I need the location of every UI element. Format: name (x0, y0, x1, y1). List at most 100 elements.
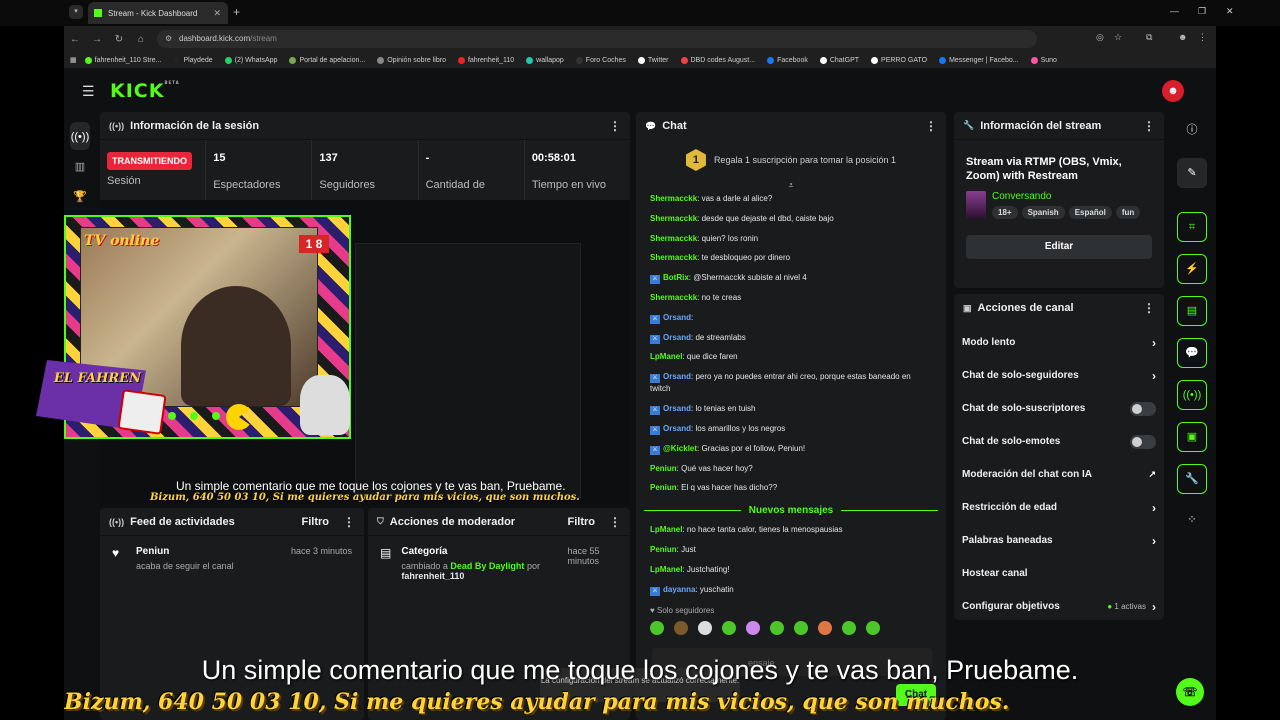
chat-username[interactable]: Shermacckk (650, 234, 697, 243)
emote-icon[interactable] (818, 621, 832, 635)
channel-action-row[interactable]: Configurar objetivos ● 1 activas › (954, 590, 1164, 620)
minimize-icon[interactable]: — (1170, 6, 1179, 16)
focus-icon[interactable]: ⌗ (1177, 212, 1207, 242)
stream-info-menu-icon[interactable]: ⋮ (1143, 119, 1155, 133)
channel-action-row[interactable]: Chat de solo-suscriptores (954, 392, 1164, 425)
chevron-right-icon[interactable]: › (1152, 369, 1156, 383)
category-name[interactable]: Conversando (992, 191, 1140, 202)
external-link-icon[interactable]: ↗ (1148, 469, 1156, 480)
notes-icon[interactable]: ▤ (1177, 296, 1207, 326)
channel-action-row[interactable]: Palabras baneadas › (954, 524, 1164, 557)
info-icon[interactable]: ⓘ (1177, 116, 1207, 146)
emote-icon[interactable] (794, 621, 808, 635)
mod-menu-icon[interactable]: ⋮ (609, 515, 621, 529)
chat-username[interactable]: Shermacckk (650, 194, 697, 203)
emote-icon[interactable] (842, 621, 856, 635)
session-menu-icon[interactable]: ⋮ (609, 119, 621, 133)
chat-username[interactable]: Orsand (663, 372, 691, 381)
chat-menu-icon[interactable]: ⋮ (925, 119, 937, 133)
close-tab-icon[interactable]: ✕ (213, 8, 221, 19)
close-window-icon[interactable]: ✕ (1226, 6, 1234, 17)
bookmark-item[interactable]: fahrenheit_110 Stre... (84, 56, 161, 64)
chat-username[interactable]: Orsand (663, 313, 691, 322)
bookmark-item[interactable]: Suno (1030, 56, 1057, 64)
mod-by-user[interactable]: fahrenheit_110 (401, 571, 464, 581)
eye-off-icon[interactable]: ◎ (1096, 32, 1104, 43)
chat-username[interactable]: Shermacckk (650, 214, 697, 223)
browser-tab[interactable]: Stream - Kick Dashboard ✕ (88, 2, 228, 24)
channel-action-row[interactable]: Hostear canal (954, 557, 1164, 590)
channel-action-row[interactable]: Moderación del chat con IA ↗ (954, 458, 1164, 491)
url-field[interactable]: ⚙ dashboard.kick.com/stream (157, 30, 1037, 48)
bookmark-star-icon[interactable]: ☆ (1114, 32, 1122, 43)
tab-search-icon[interactable]: ▾ (69, 5, 83, 19)
sub-gift-promo[interactable]: 1 Regala 1 suscripción para tomar la posi… (636, 140, 946, 180)
chat-username[interactable]: Orsand (663, 333, 691, 342)
chat-username[interactable]: LpManel (650, 565, 682, 574)
back-icon[interactable]: ← (64, 34, 86, 45)
bookmark-item[interactable]: Portal de apelacion... (289, 56, 365, 64)
pin-collapse-icon[interactable]: ⩡ (636, 180, 946, 190)
chat-username[interactable]: LpManel (650, 352, 682, 361)
wrench-rail-icon[interactable]: 🔧 (1177, 464, 1207, 494)
layout-icon[interactable]: ▣ (1177, 422, 1207, 452)
channel-action-row[interactable]: Restricción de edad › (954, 491, 1164, 524)
chevron-right-icon[interactable]: › (1152, 336, 1156, 350)
bookmark-item[interactable]: Playdede (173, 56, 213, 64)
activity-menu-icon[interactable]: ⋮ (343, 515, 355, 529)
bookmark-item[interactable]: Messenger | Facebo... (939, 56, 1019, 64)
chat-username[interactable]: Shermacckk (650, 253, 697, 262)
bolt-icon[interactable]: ⚡ (1177, 254, 1207, 284)
emote-icon[interactable] (674, 621, 688, 635)
emote-icon[interactable] (770, 621, 784, 635)
bookmark-item[interactable]: ChatGPT (819, 56, 859, 64)
chat-username[interactable]: Orsand (663, 424, 691, 433)
toggle-switch[interactable] (1130, 434, 1156, 449)
bookmark-item[interactable]: Twitter (637, 56, 669, 64)
stream-tag[interactable]: fun (1115, 206, 1141, 219)
chevron-right-icon[interactable]: › (1152, 534, 1156, 548)
emote-icon[interactable] (866, 621, 880, 635)
apps-icon[interactable]: ▦ (70, 56, 77, 64)
browser-menu-icon[interactable]: ⋮ (1198, 32, 1207, 43)
emote-icon[interactable] (722, 621, 736, 635)
stream-tag[interactable]: 18+ (992, 206, 1018, 219)
chat-username[interactable]: dayanna (663, 585, 695, 594)
extensions-icon[interactable]: ⧉ (1146, 32, 1152, 43)
activity-filter-button[interactable]: Filtro (302, 516, 330, 528)
trophy-nav-icon[interactable]: 🏆 (64, 182, 96, 212)
bookmark-item[interactable]: Foro Coches (575, 56, 626, 64)
site-info-icon[interactable]: ⚙ (165, 30, 172, 48)
emote-icon[interactable] (746, 621, 760, 635)
mod-category-value[interactable]: Dead By Daylight (450, 561, 524, 571)
chat-username[interactable]: Peniun (650, 483, 677, 492)
bookmark-item[interactable]: wallapop (526, 56, 564, 64)
new-tab-icon[interactable]: + (233, 5, 240, 19)
bookmark-item[interactable]: Opinión sobre libro (377, 56, 446, 64)
restore-icon[interactable]: ❐ (1198, 6, 1206, 17)
stream-tag[interactable]: Spanish (1021, 206, 1065, 219)
chat-username[interactable]: @Kicklet (663, 444, 697, 453)
bookmark-item[interactable]: (2) WhatsApp (224, 56, 277, 64)
analytics-nav-icon[interactable]: ▥ (64, 152, 96, 182)
channel-action-row[interactable]: Modo lento › (954, 326, 1164, 359)
stream-nav-icon[interactable]: ((•)) (70, 122, 90, 150)
chat-username[interactable]: Orsand (663, 404, 691, 413)
chevron-right-icon[interactable]: › (1152, 501, 1156, 515)
emote-icon[interactable] (698, 621, 712, 635)
channel-action-row[interactable]: Chat de solo-seguidores › (954, 359, 1164, 392)
channel-action-row[interactable]: Chat de solo-emotes (954, 425, 1164, 458)
bookmark-item[interactable]: PERRO GATO (871, 56, 927, 64)
bookmark-item[interactable]: DBD codes August... (680, 56, 755, 64)
chat-bubble-icon[interactable]: 💬 (1177, 338, 1207, 368)
profile-icon[interactable]: ☻ (1178, 32, 1187, 42)
edit-pencil-icon[interactable]: ✎ (1177, 158, 1207, 188)
reload-icon[interactable]: ↻ (108, 34, 130, 45)
bookmark-item[interactable]: fahrenheit_110 (457, 56, 514, 64)
edit-stream-button[interactable]: Editar (966, 235, 1152, 259)
chat-username[interactable]: Shermacckk (650, 293, 697, 302)
bookmark-item[interactable]: Facebook (767, 56, 808, 64)
mod-filter-button[interactable]: Filtro (568, 516, 596, 528)
chat-username[interactable]: Peniun (650, 464, 677, 473)
kick-logo[interactable]: KICKBETA (110, 80, 180, 102)
